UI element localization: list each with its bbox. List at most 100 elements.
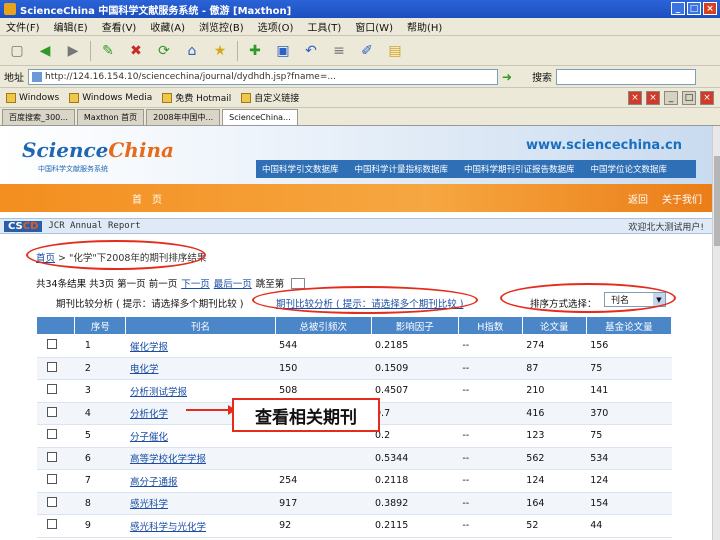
row-index: 6 xyxy=(74,447,126,470)
row-citations: 92 xyxy=(275,514,372,538)
row-checkbox[interactable] xyxy=(46,519,57,530)
row-index: 9 xyxy=(74,514,126,538)
address-input[interactable]: http://124.16.154.10/sciencechina/journa… xyxy=(28,68,498,85)
scrollbar-thumb[interactable] xyxy=(714,156,720,246)
row-checkbox[interactable] xyxy=(46,451,57,462)
row-checkbox[interactable] xyxy=(46,361,57,372)
row-papers: 210 xyxy=(522,379,587,403)
journal-name-link[interactable]: 高等学校化学学报 xyxy=(125,447,276,470)
row-checkbox[interactable] xyxy=(46,429,57,440)
menu-favorites[interactable]: 收藏(A) xyxy=(150,19,185,34)
menu-edit[interactable]: 编辑(E) xyxy=(54,19,88,34)
vertical-scrollbar[interactable] xyxy=(712,126,720,540)
header-journal-name[interactable]: 刊名 xyxy=(125,316,276,335)
about-link[interactable]: 关于我们 xyxy=(662,191,702,206)
menu-options[interactable]: 选项(O) xyxy=(258,19,294,34)
journal-name-link[interactable]: 感光科学与光化学 xyxy=(125,514,276,538)
undo-icon[interactable]: ↶ xyxy=(300,40,322,62)
row-index: 5 xyxy=(74,424,126,448)
row-impact-factor: 0.2118 xyxy=(371,469,459,493)
favorites-star-icon[interactable]: ★ xyxy=(209,40,231,62)
header-impact-factor[interactable]: 影响因子 xyxy=(370,316,459,335)
table-row: 7 高分子通报 254 0.2118 -- 124 124 xyxy=(36,469,672,493)
fav-item-custom-links[interactable]: 自定义链接 xyxy=(241,91,299,104)
header-citations[interactable]: 总被引频次 xyxy=(274,316,372,335)
row-checkbox[interactable] xyxy=(46,339,57,350)
nav-thesis-db[interactable]: 中国学位论文数据库 xyxy=(591,163,668,175)
home-link[interactable]: 首 页 xyxy=(132,191,162,206)
row-papers: 164 xyxy=(522,492,587,515)
minimize-button[interactable]: _ xyxy=(671,2,685,15)
back-arrow-icon[interactable]: ◀ xyxy=(34,40,56,62)
popup-icon[interactable]: ▣ xyxy=(272,40,294,62)
refresh-icon[interactable]: ⟳ xyxy=(153,40,175,62)
table-header-row: 序号 刊名 总被引频次 影响因子 H指数 论文量 基金论文量 xyxy=(35,316,673,335)
fav-item-windows[interactable]: Windows xyxy=(6,92,59,103)
row-h-index: -- xyxy=(458,447,523,470)
nav-citation-db[interactable]: 中国科学引文数据库 xyxy=(262,163,339,175)
header-index[interactable]: 序号 xyxy=(74,316,127,335)
close-tab-icon[interactable]: × xyxy=(628,90,642,105)
back-link[interactable]: 返回 xyxy=(628,191,648,206)
row-funded: 44 xyxy=(586,514,672,538)
fav-item-hotmail[interactable]: 免费 Hotmail xyxy=(162,91,231,104)
tab-maxthon-home[interactable]: Maxthon 首页 xyxy=(76,109,145,125)
page-jump-input[interactable] xyxy=(291,277,306,289)
journal-name-link[interactable]: 感光科学 xyxy=(125,492,276,515)
address-label: 地址 xyxy=(4,73,24,84)
row-funded: 75 xyxy=(586,424,672,448)
notes-icon[interactable]: ▤ xyxy=(384,40,406,62)
header-h-index[interactable]: H指数 xyxy=(457,316,523,335)
row-h-index: -- xyxy=(458,379,523,403)
tab-2008[interactable]: 2008年中国中... xyxy=(146,109,221,125)
menu-file[interactable]: 文件(F) xyxy=(6,19,40,34)
tab-restore-icon[interactable]: □ xyxy=(682,90,696,105)
go-icon[interactable]: ➜ xyxy=(502,70,512,84)
header-funded-papers[interactable]: 基金论文量 xyxy=(585,316,673,335)
header-papers[interactable]: 论文量 xyxy=(521,316,587,335)
stop-icon[interactable]: ✖ xyxy=(125,40,147,62)
row-funded: 370 xyxy=(586,402,672,425)
journal-name-link[interactable]: 高分子通报 xyxy=(125,469,276,493)
tab-sciencechina[interactable]: ScienceChina... xyxy=(222,109,298,125)
menu-window[interactable]: 窗口(W) xyxy=(355,19,393,34)
tab-min-icon[interactable]: _ xyxy=(664,90,678,105)
row-checkbox[interactable] xyxy=(46,406,57,417)
journal-name-link[interactable]: 催化学报 xyxy=(125,334,276,358)
journal-name-link[interactable]: 电化学 xyxy=(125,357,276,380)
maximize-button[interactable]: □ xyxy=(687,2,701,15)
last-page-link[interactable]: 最后一页 xyxy=(214,276,252,290)
row-checkbox[interactable] xyxy=(46,474,57,485)
forward-arrow-icon[interactable]: ▶ xyxy=(62,40,84,62)
next-page-link[interactable]: 下一页 xyxy=(181,276,210,290)
brush-icon[interactable]: ✎ xyxy=(97,40,119,62)
folder-icon xyxy=(6,92,16,103)
options-icon[interactable]: ≡ xyxy=(328,40,350,62)
nav-metrics-db[interactable]: 中国科学计量指标数据库 xyxy=(355,163,449,175)
tab-baidu[interactable]: 百度搜索_300... xyxy=(2,109,75,125)
home-icon[interactable]: ⌂ xyxy=(181,40,203,62)
edit-icon[interactable]: ✐ xyxy=(356,40,378,62)
header-checkbox xyxy=(35,316,76,335)
menu-browse[interactable]: 浏览控(B) xyxy=(199,19,244,34)
row-citations: 917 xyxy=(275,492,372,515)
row-checkbox[interactable] xyxy=(46,496,57,507)
nav-jcr-db[interactable]: 中国科学期刊引证报告数据库 xyxy=(464,163,575,175)
close-all-icon[interactable]: × xyxy=(646,90,660,105)
row-checkbox[interactable] xyxy=(46,384,57,395)
add-icon[interactable]: ✚ xyxy=(244,40,266,62)
new-page-icon[interactable]: ▢ xyxy=(6,40,28,62)
row-index: 1 xyxy=(74,334,126,358)
tab-close-icon[interactable]: × xyxy=(700,90,714,105)
row-citations: 544 xyxy=(275,334,372,358)
row-h-index: -- xyxy=(458,334,523,358)
search-input[interactable] xyxy=(556,68,697,85)
menu-tools[interactable]: 工具(T) xyxy=(307,19,341,34)
row-impact-factor: 0.2185 xyxy=(371,334,459,358)
sciencechina-logo[interactable]: ScienceChina xyxy=(22,138,174,162)
menu-help[interactable]: 帮助(H) xyxy=(407,19,442,34)
browser-toolbar: ▢ ◀ ▶ ✎ ✖ ⟳ ⌂ ★ ✚ ▣ ↶ ≡ ✐ ▤ xyxy=(0,36,720,66)
fav-item-windows-media[interactable]: Windows Media xyxy=(69,92,152,103)
menu-view[interactable]: 查看(V) xyxy=(102,19,137,34)
close-button[interactable]: × xyxy=(703,2,717,15)
